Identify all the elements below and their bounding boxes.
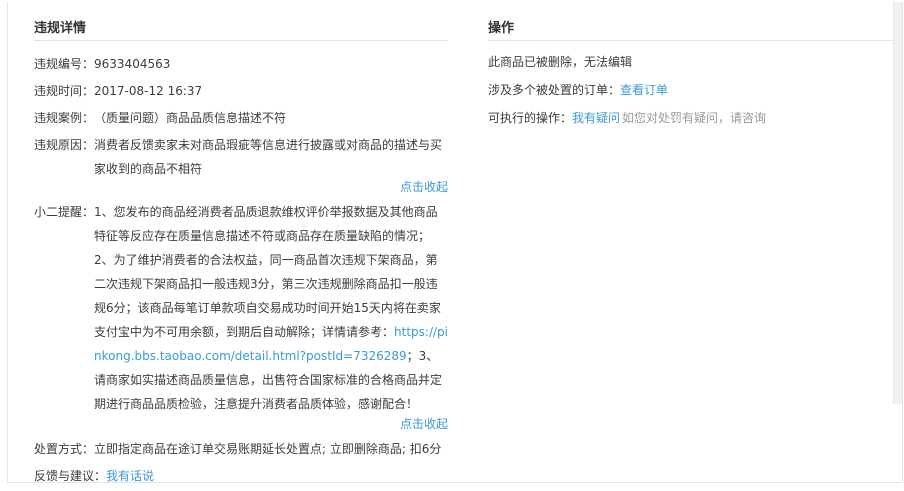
actions-hint: 如您对处罚有疑问，请咨询 xyxy=(622,111,767,125)
violation-time-row: 违规时间： 2017-08-12 16:37 xyxy=(34,79,448,103)
violation-reason-label: 违规原因： xyxy=(34,138,95,152)
violation-case-row: 违规案例： （质量问题）商品品质信息描述不符 xyxy=(34,106,448,130)
violation-details-section: 违规详情 违规编号： 9633404563 违规时间： 2017-08-12 1… xyxy=(34,18,448,491)
violation-reason-value: 消费者反馈卖家未对商品瑕疵等信息进行披露或对商品的描述与买家收到的商品不相符 xyxy=(94,138,443,176)
violation-id-row: 违规编号： 9633404563 xyxy=(34,52,448,76)
reminder-row: 小二提醒： 1、您发布的商品经消费者品质退款维权评价举报数据及其他商品特征等反应… xyxy=(34,200,448,416)
violation-panel: 违规详情 违规编号： 9633404563 违规时间： 2017-08-12 1… xyxy=(7,2,903,483)
reminder-text-2-body: 2、为了维护消费者的合法权益，同一商品首次违规下架商品，第二次违规下架商品扣一般… xyxy=(94,253,441,339)
collapse-reminder-link[interactable]: 点击收起 xyxy=(34,416,448,432)
view-orders-link[interactable]: 查看订单 xyxy=(620,83,668,97)
deleted-notice: 此商品已被删除，无法编辑 xyxy=(488,55,633,69)
actions-row: 可执行的操作：我有疑问 如您对处罚有疑问，请咨询 xyxy=(488,106,900,130)
handling-row: 处置方式： 立即指定商品在途订单交易账期延长处置点; 立即删除商品; 扣6分 xyxy=(34,437,448,461)
reminder-body: 1、您发布的商品经消费者品质退款维权评价举报数据及其他商品特征等反应存在质量信息… xyxy=(94,200,448,416)
violation-time-value: 2017-08-12 16:37 xyxy=(94,84,203,98)
violation-time-label: 违规时间： xyxy=(34,84,95,98)
actions-label: 可执行的操作： xyxy=(488,111,573,125)
orders-text: 涉及多个被处置的订单： xyxy=(488,83,621,97)
feedback-label: 反馈与建议： xyxy=(34,469,107,483)
feedback-row: 反馈与建议： 我有话说 xyxy=(34,464,448,488)
violation-case-value: （质量问题）商品品质信息描述不符 xyxy=(94,111,287,125)
question-link[interactable]: 我有疑问 xyxy=(572,111,620,125)
violation-case-label: 违规案例： xyxy=(34,111,95,125)
handling-label: 处置方式： xyxy=(34,442,95,456)
reminder-text-2: 2、为了维护消费者的合法权益，同一商品首次违规下架商品，第二次违规下架商品扣一般… xyxy=(94,248,448,416)
operations-section: 操作 此商品已被删除，无法编辑 涉及多个被处置的订单：查看订单 可执行的操作：我… xyxy=(488,18,900,134)
violation-id-label: 违规编号： xyxy=(34,57,95,71)
orders-row: 涉及多个被处置的订单：查看订单 xyxy=(488,78,900,102)
violation-details-title: 违规详情 xyxy=(34,18,448,41)
reminder-label: 小二提醒： xyxy=(34,205,95,219)
violation-reason-row: 违规原因： 消费者反馈卖家未对商品瑕疵等信息进行披露或对商品的描述与买家收到的商… xyxy=(34,133,448,181)
scrollbar[interactable] xyxy=(893,2,902,404)
handling-value: 立即指定商品在途订单交易账期延长处置点; 立即删除商品; 扣6分 xyxy=(94,442,442,456)
collapse-reason-link[interactable]: 点击收起 xyxy=(34,179,448,195)
violation-id-value: 9633404563 xyxy=(94,57,171,71)
operations-title: 操作 xyxy=(488,18,900,41)
feedback-link[interactable]: 我有话说 xyxy=(106,469,154,483)
reminder-text-1: 1、您发布的商品经消费者品质退款维权评价举报数据及其他商品特征等反应存在质量信息… xyxy=(94,205,438,243)
